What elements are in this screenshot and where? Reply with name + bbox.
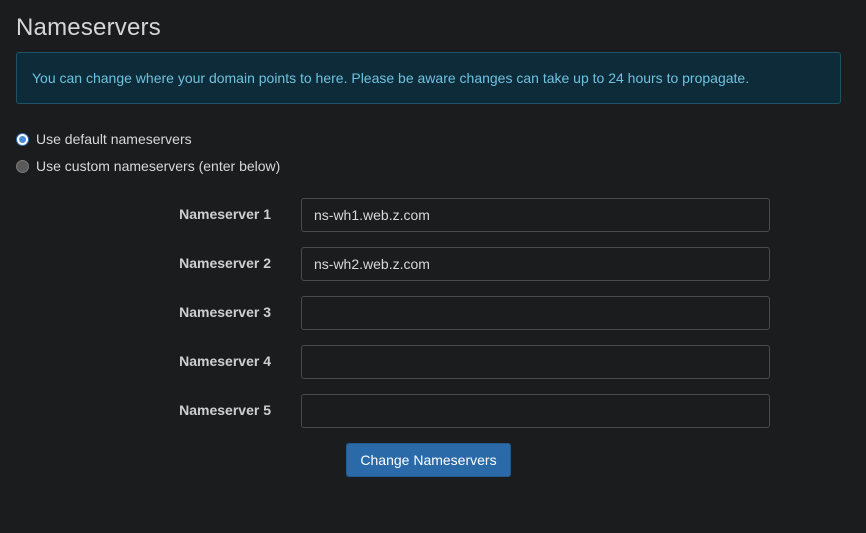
default-nameservers-radio[interactable] (16, 132, 29, 146)
nameserver-2-input[interactable] (301, 247, 770, 281)
nameserver-5-input[interactable] (301, 394, 770, 428)
nameserver-3-label: Nameserver 3 (179, 304, 271, 320)
custom-nameservers-option[interactable]: Use custom nameservers (enter below) (16, 158, 280, 174)
page-title: Nameservers (16, 14, 161, 41)
nameserver-row-2: Nameserver 2 (0, 247, 866, 281)
nameserver-2-label: Nameserver 2 (179, 255, 271, 271)
nameservers-page: Nameservers You can change where your do… (0, 0, 866, 533)
nameserver-1-label: Nameserver 1 (179, 206, 271, 222)
nameserver-4-input[interactable] (301, 345, 770, 379)
nameserver-5-label: Nameserver 5 (179, 402, 271, 418)
nameserver-row-3: Nameserver 3 (0, 296, 866, 330)
change-nameservers-button[interactable]: Change Nameservers (346, 443, 511, 477)
default-nameservers-option[interactable]: Use default nameservers (16, 131, 192, 147)
nameserver-4-label: Nameserver 4 (179, 353, 271, 369)
default-nameservers-label: Use default nameservers (36, 131, 192, 147)
custom-nameservers-radio[interactable] (16, 159, 29, 173)
nameserver-row-1: Nameserver 1 (0, 198, 866, 232)
nameserver-3-input[interactable] (301, 296, 770, 330)
custom-nameservers-label: Use custom nameservers (enter below) (36, 158, 281, 174)
info-alert-text: You can change where your domain points … (32, 70, 750, 86)
nameserver-row-4: Nameserver 4 (0, 345, 866, 379)
nameserver-row-5: Nameserver 5 (0, 394, 866, 428)
info-alert: You can change where your domain points … (16, 52, 841, 104)
nameserver-1-input[interactable] (301, 198, 770, 232)
